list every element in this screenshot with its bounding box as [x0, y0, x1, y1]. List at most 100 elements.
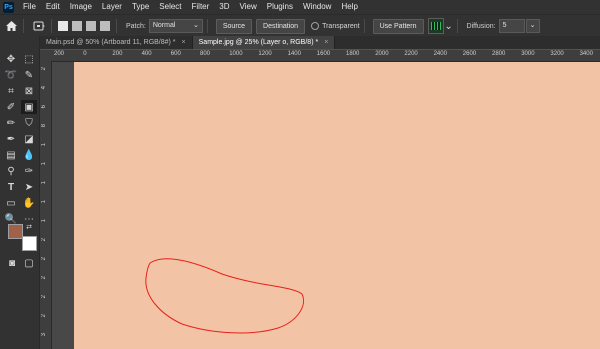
close-icon[interactable]: ×: [324, 39, 328, 46]
eraser-tool-icon[interactable]: ◪: [21, 132, 37, 146]
subtract-selection-icon[interactable]: [86, 21, 96, 31]
diffusion-label: Diffusion:: [466, 22, 496, 30]
ruler-label: 1200: [258, 51, 272, 57]
close-icon[interactable]: ×: [182, 39, 186, 46]
tab-label: Sample.jpg @ 25% (Layer o, RGB/8) *: [198, 39, 319, 46]
pattern-picker[interactable]: [427, 18, 444, 34]
ruler-label: 2: [41, 238, 47, 242]
patch-tool-icon[interactable]: ▣: [21, 100, 37, 114]
ruler-label: 2800: [492, 51, 506, 57]
ruler-label: 2200: [404, 51, 418, 57]
menu-plugins[interactable]: Plugins: [262, 0, 298, 14]
ruler-label: 2: [41, 276, 47, 280]
ruler-label: 1400: [287, 51, 301, 57]
rectangle-tool-icon[interactable]: ▭: [3, 196, 19, 210]
ruler-label: 0: [83, 51, 87, 57]
separator: [456, 19, 458, 33]
ruler-label: 4: [41, 86, 47, 90]
ruler-label: 600: [170, 51, 181, 57]
patch-label: Patch:: [126, 22, 146, 30]
ruler-label: 800: [200, 51, 211, 57]
screen-mode-icon[interactable]: ▢: [21, 256, 37, 270]
menu-edit[interactable]: Edit: [41, 0, 65, 14]
ruler-label: 400: [141, 51, 152, 57]
foreground-color-swatch[interactable]: [8, 224, 23, 239]
patch-mode-value: Normal: [152, 22, 176, 29]
chevron-down-icon[interactable]: ⌄: [444, 18, 452, 34]
document-canvas[interactable]: [52, 62, 600, 349]
new-selection-icon[interactable]: [58, 21, 68, 31]
patch-tool-icon[interactable]: [31, 18, 47, 34]
brush-tool-icon[interactable]: ✏: [3, 116, 19, 130]
chevron-down-icon: ⌄: [529, 22, 536, 29]
ruler-label: 3000: [521, 51, 535, 57]
ruler-label: 200: [54, 51, 65, 57]
move-tool-icon[interactable]: ✥: [3, 52, 19, 66]
selection-outline[interactable]: [52, 62, 600, 349]
ruler-label: 1000: [229, 51, 243, 57]
menu-file[interactable]: File: [18, 0, 41, 14]
intersect-selection-icon[interactable]: [100, 21, 110, 31]
document-tabs: Main.psd @ 50% (Artboard 11, RGB/8#) * × …: [40, 36, 600, 49]
ruler-label: 3200: [550, 51, 564, 57]
menu-image[interactable]: Image: [65, 0, 97, 14]
ruler-label: 200: [112, 51, 123, 57]
options-bar: Patch: Normal ⌄ Source Destination Trans…: [0, 14, 600, 37]
dodge-tool-icon[interactable]: ⚲: [3, 164, 19, 178]
quick-mask-icon[interactable]: ◙: [4, 256, 20, 270]
blur-tool-icon[interactable]: 💧: [21, 148, 37, 162]
use-pattern-button[interactable]: Use Pattern: [372, 18, 424, 34]
tab-sample-jpg[interactable]: Sample.jpg @ 25% (Layer o, RGB/8) * ×: [192, 36, 336, 49]
menu-help[interactable]: Help: [336, 0, 362, 14]
quick-select-tool-icon[interactable]: ✎: [21, 68, 37, 82]
separator: [23, 19, 24, 33]
type-tool-icon[interactable]: T: [3, 180, 19, 194]
clone-stamp-tool-icon[interactable]: ⛉: [21, 116, 37, 130]
diffusion-input[interactable]: 5: [498, 19, 525, 33]
horizontal-ruler: 200 0 200 400 600 800 1000 1200 1400 1600 1800 2000…: [52, 50, 600, 62]
ruler-label: 2000: [375, 51, 389, 57]
artboard-tool-icon[interactable]: ⬚: [21, 52, 37, 66]
home-icon[interactable]: [3, 18, 19, 34]
ruler-label: 2: [41, 257, 47, 261]
swap-colors-icon[interactable]: ⇄: [24, 222, 34, 232]
separator: [116, 19, 117, 33]
destination-button[interactable]: Destination: [256, 18, 306, 34]
transparent-label: Transparent: [322, 22, 360, 30]
menu-filter[interactable]: Filter: [187, 0, 215, 14]
diffusion-dropdown[interactable]: ⌄: [525, 19, 540, 33]
ruler-label: 8: [41, 124, 47, 128]
ruler-label: 3: [41, 333, 47, 337]
tab-main-psd[interactable]: Main.psd @ 50% (Artboard 11, RGB/8#) * ×: [40, 36, 193, 49]
ruler-label: 2400: [433, 51, 447, 57]
gradient-tool-icon[interactable]: ▤: [3, 148, 19, 162]
crop-tool-icon[interactable]: ⌗: [3, 84, 19, 98]
ruler-label: 2600: [462, 51, 477, 57]
lasso-tool-icon[interactable]: ➰: [3, 68, 19, 82]
eyedropper-tool-icon[interactable]: ✐: [3, 100, 19, 114]
ruler-label: 6: [41, 105, 47, 109]
source-button[interactable]: Source: [215, 18, 253, 34]
menu-window[interactable]: Window: [298, 0, 336, 14]
tools-panel: ✥ ⬚ ➰ ✎ ⌗ ⊠ ✐ ▣ ✏ ⛉ ✒ ◪ ▤ 💧 ⚲ ✑ T ➤ ▭ ✋ …: [0, 36, 40, 349]
menu-3d[interactable]: 3D: [214, 0, 234, 14]
menu-type[interactable]: Type: [127, 0, 154, 14]
ruler-label: 1: [41, 200, 47, 204]
separator: [363, 19, 365, 33]
path-select-tool-icon[interactable]: ➤: [21, 180, 37, 194]
frame-tool-icon[interactable]: ⊠: [21, 84, 37, 98]
ruler-label: 2: [41, 67, 47, 71]
diffusion-value: 5: [502, 22, 507, 29]
history-brush-tool-icon[interactable]: ✒: [3, 132, 19, 146]
pen-tool-icon[interactable]: ✑: [21, 164, 37, 178]
menu-select[interactable]: Select: [154, 0, 186, 14]
menu-view[interactable]: View: [235, 0, 262, 14]
ruler-label: 2: [41, 295, 47, 299]
transparent-checkbox[interactable]: [311, 22, 320, 30]
add-selection-icon[interactable]: [72, 21, 82, 31]
hand-tool-icon[interactable]: ✋: [21, 196, 37, 210]
menu-layer[interactable]: Layer: [97, 0, 127, 14]
separator: [206, 19, 208, 33]
background-color-swatch[interactable]: [22, 236, 37, 251]
patch-mode-select[interactable]: Normal ⌄: [148, 19, 203, 33]
